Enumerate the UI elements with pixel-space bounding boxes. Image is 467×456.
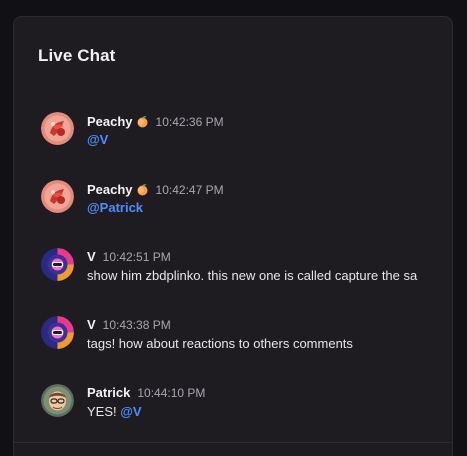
live-chat-panel: Live Chat Peachy 10:42:36 PM @V Peachy 1… [13,16,453,456]
message-timestamp: 10:44:10 PM [137,386,206,400]
message-header: V 10:43:38 PM [87,317,171,332]
message-header: Peachy 10:42:47 PM [87,181,224,197]
user-mention[interactable]: @V [120,404,141,419]
message-text: YES! @V [87,404,435,419]
message-header: Patrick 10:44:10 PM [87,385,205,400]
author-name[interactable]: Peachy [87,182,133,197]
author-name[interactable]: Patrick [87,385,130,400]
chat-message: Peachy 10:42:47 PM @Patrick [41,178,452,218]
message-list: Peachy 10:42:36 PM @V Peachy 10:42:47 PM… [14,17,452,456]
peachy-avatar[interactable] [41,180,74,213]
message-header: Peachy 10:42:36 PM [87,113,224,129]
author-name[interactable]: Peachy [87,114,133,129]
peach-emoji-icon [136,183,149,196]
peachy-avatar[interactable] [41,112,74,145]
chat-message: Peachy 10:42:36 PM @V [41,110,452,150]
message-text: show him zbdplinko. this new one is call… [87,268,418,283]
author-name[interactable]: V [87,317,96,332]
message-text: @Patrick [87,200,435,215]
user-mention[interactable]: @V [87,132,108,147]
chat-message: Patrick 10:44:10 PM YES! @V [41,382,452,422]
v-avatar[interactable] [41,316,74,349]
patrick-avatar[interactable] [41,384,74,417]
chat-message: V 10:43:38 PM tags! how about reactions … [41,314,452,354]
author-name[interactable]: V [87,249,96,264]
message-body: YES! [87,404,117,419]
message-text: tags! how about reactions to others comm… [87,336,353,351]
peach-emoji-icon [136,115,149,128]
chat-input-divider [14,442,452,443]
message-text: @V [87,132,435,147]
message-timestamp: 10:43:38 PM [102,318,171,332]
message-timestamp: 10:42:47 PM [155,183,224,197]
chat-message: V 10:42:51 PM show him zbdplinko. this n… [41,246,452,286]
v-avatar[interactable] [41,248,74,281]
message-timestamp: 10:42:36 PM [155,115,224,129]
message-timestamp: 10:42:51 PM [102,250,171,264]
message-header: V 10:42:51 PM [87,249,171,264]
user-mention[interactable]: @Patrick [87,200,143,215]
